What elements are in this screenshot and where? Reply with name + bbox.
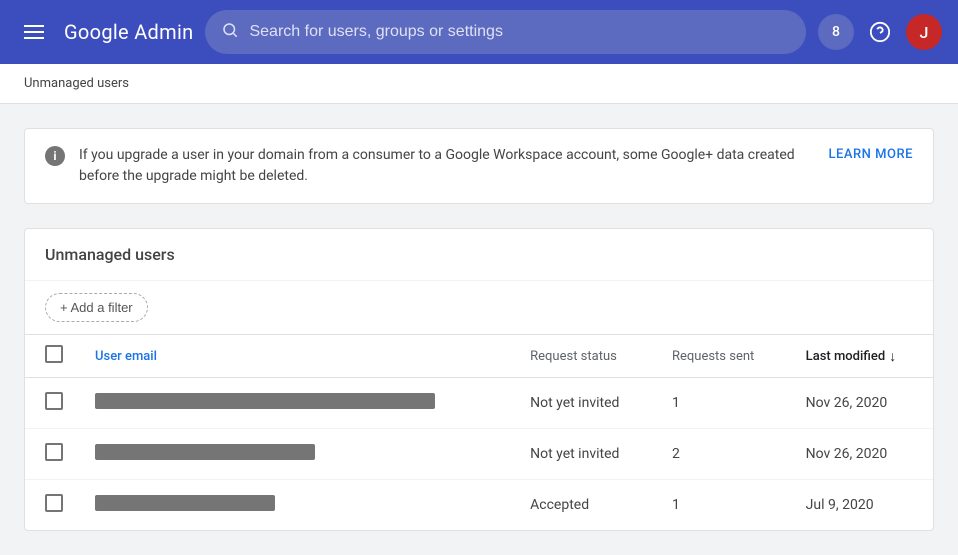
row-request-status: Accepted <box>514 480 656 531</box>
row-checkbox[interactable] <box>45 494 63 512</box>
add-filter-button[interactable]: + Add a filter <box>45 293 148 322</box>
row-checkbox[interactable] <box>45 392 63 410</box>
header-last-modified[interactable]: Last modified ↓ <box>790 335 933 378</box>
row-requests-sent: 1 <box>656 480 790 531</box>
filter-row: + Add a filter <box>25 281 933 335</box>
email-placeholder <box>95 444 315 460</box>
header-requests-sent: Requests sent <box>656 335 790 378</box>
row-request-status: Not yet invited <box>514 378 656 429</box>
breadcrumb-text: Unmanaged users <box>24 76 129 91</box>
table-row: Not yet invited 1 Nov 26, 2020 <box>25 378 933 429</box>
row-checkbox[interactable] <box>45 443 63 461</box>
top-navigation: Google Admin 8 J <box>0 0 958 64</box>
app-logo: Google Admin <box>64 20 193 44</box>
row-email-cell <box>79 480 514 531</box>
row-email-cell <box>79 378 514 429</box>
header-request-status: Request status <box>514 335 656 378</box>
menu-icon[interactable] <box>16 17 52 47</box>
main-content: i If you upgrade a user in your domain f… <box>0 104 958 555</box>
row-last-modified: Nov 26, 2020 <box>790 429 933 480</box>
row-email-cell <box>79 429 514 480</box>
help-icon[interactable] <box>862 14 898 50</box>
row-last-modified: Nov 26, 2020 <box>790 378 933 429</box>
header-user-email[interactable]: User email <box>79 335 514 378</box>
search-input[interactable] <box>249 23 790 41</box>
table-row: Accepted 1 Jul 9, 2020 <box>25 480 933 531</box>
row-checkbox-cell <box>25 429 79 480</box>
sort-arrow-icon: ↓ <box>889 348 896 365</box>
table-header-row: User email Request status Requests sent … <box>25 335 933 378</box>
info-icon: i <box>45 146 65 166</box>
search-bar[interactable] <box>205 10 806 54</box>
email-placeholder <box>95 495 275 511</box>
select-all-checkbox[interactable] <box>45 345 63 363</box>
search-icon <box>221 21 239 44</box>
data-table: User email Request status Requests sent … <box>25 335 933 530</box>
row-request-status: Not yet invited <box>514 429 656 480</box>
table-card: Unmanaged users + Add a filter User emai… <box>24 228 934 531</box>
row-requests-sent: 2 <box>656 429 790 480</box>
row-checkbox-cell <box>25 378 79 429</box>
breadcrumb: Unmanaged users <box>0 64 958 104</box>
learn-more-button[interactable]: LEARN MORE <box>829 147 913 162</box>
user-avatar[interactable]: J <box>906 14 942 50</box>
notifications-badge[interactable]: 8 <box>818 14 854 50</box>
table-row: Not yet invited 2 Nov 26, 2020 <box>25 429 933 480</box>
info-banner-text: If you upgrade a user in your domain fro… <box>79 145 815 187</box>
table-title: Unmanaged users <box>25 229 933 281</box>
email-placeholder <box>95 393 435 409</box>
header-checkbox-col <box>25 335 79 378</box>
row-checkbox-cell <box>25 480 79 531</box>
row-requests-sent: 1 <box>656 378 790 429</box>
nav-right-actions: 8 J <box>818 14 942 50</box>
info-banner: i If you upgrade a user in your domain f… <box>24 128 934 204</box>
row-last-modified: Jul 9, 2020 <box>790 480 933 531</box>
